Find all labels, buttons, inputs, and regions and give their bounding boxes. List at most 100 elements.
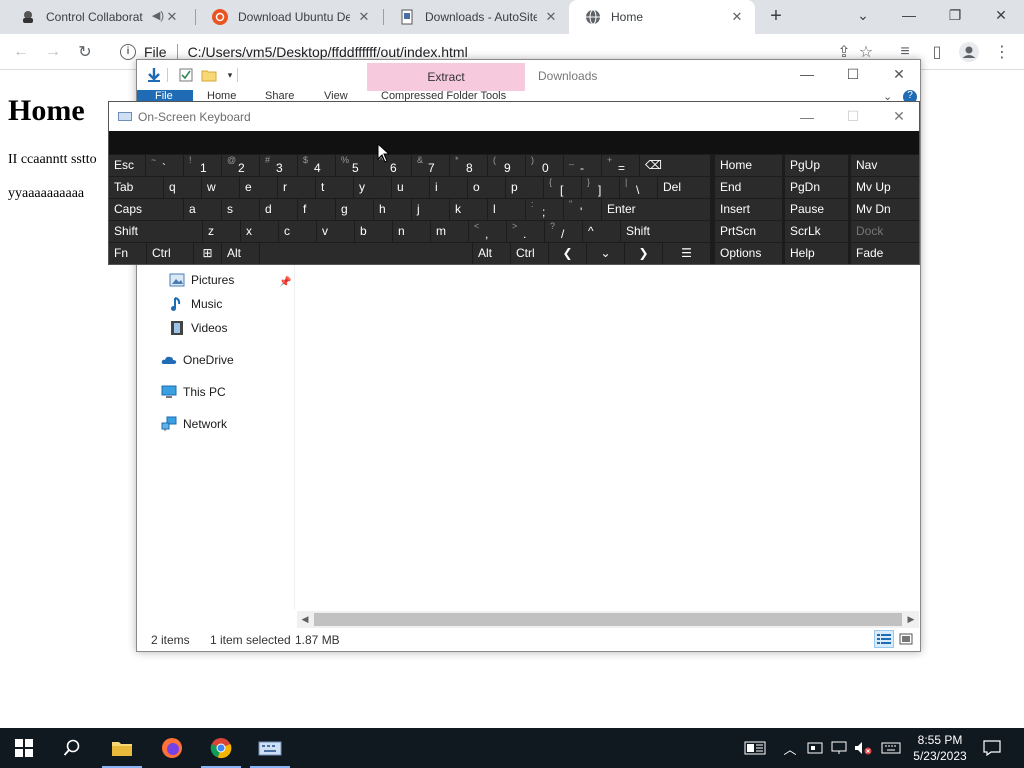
key-d[interactable]: d <box>260 199 297 220</box>
key-b[interactable]: b <box>355 221 392 242</box>
volume-muted-icon[interactable] <box>852 728 874 768</box>
key-caps[interactable]: Caps <box>109 199 183 220</box>
key-l[interactable]: l <box>488 199 525 220</box>
details-view-icon[interactable] <box>874 630 894 648</box>
key-a[interactable]: a <box>184 199 221 220</box>
key-q[interactable]: q <box>164 177 201 198</box>
key-y[interactable]: y <box>354 177 391 198</box>
close-icon[interactable]: ✕ <box>729 9 745 25</box>
key-quote[interactable]: " ' <box>564 199 601 220</box>
key-left-arrow[interactable]: ❮ <box>549 243 586 264</box>
key-menu-icon[interactable]: ☰ <box>663 243 710 264</box>
key-pause[interactable]: Pause <box>785 199 848 220</box>
key-options[interactable]: Options <box>715 243 782 264</box>
key-del[interactable]: Del <box>658 177 710 198</box>
nav-item-onedrive[interactable]: OneDrive <box>161 352 234 368</box>
tray-device-icon[interactable] <box>804 728 826 768</box>
network-tray-icon[interactable] <box>828 728 850 768</box>
key-fn[interactable]: Fn <box>109 243 146 264</box>
key-r[interactable]: r <box>278 177 315 198</box>
forward-button[interactable]: → <box>41 40 65 64</box>
key-p[interactable]: p <box>506 177 543 198</box>
minimize-button[interactable]: — <box>886 0 932 30</box>
key-backslash[interactable]: | \ <box>620 177 657 198</box>
key-4[interactable]: $4 <box>298 155 335 176</box>
key-c[interactable]: c <box>279 221 316 242</box>
large-icons-view-icon[interactable] <box>896 630 916 648</box>
key-fade[interactable]: Fade <box>851 243 919 264</box>
key-k[interactable]: k <box>450 199 487 220</box>
key-insert[interactable]: Insert <box>715 199 782 220</box>
key-ctrl[interactable]: Ctrl <box>147 243 193 264</box>
show-hidden-icons-chevron-icon[interactable]: ︿ <box>780 728 800 768</box>
key-period[interactable]: >. <box>507 221 544 242</box>
key-2[interactable]: @2 <box>222 155 259 176</box>
key-=[interactable]: + = <box>602 155 639 176</box>
key-mv-up[interactable]: Mv Up <box>851 177 919 198</box>
minimize-button[interactable]: — <box>784 60 830 88</box>
key-g[interactable]: g <box>336 199 373 220</box>
start-button[interactable] <box>0 728 48 768</box>
key-down-arrow[interactable]: ⌄ <box>587 243 624 264</box>
key-slash[interactable]: ? / <box>545 221 582 242</box>
restore-button[interactable]: ❐ <box>932 0 978 30</box>
minimize-button[interactable]: — <box>784 102 830 131</box>
properties-icon[interactable] <box>177 66 195 84</box>
key-comma[interactable]: <, <box>469 221 506 242</box>
new-folder-icon[interactable] <box>200 66 218 84</box>
key-`[interactable]: ~ ` <box>146 155 183 176</box>
speaker-icon[interactable]: ◀) <box>152 9 164 22</box>
key-home[interactable]: Home <box>715 155 782 176</box>
key-0[interactable]: ) 0 <box>526 155 563 176</box>
news-widget-icon[interactable] <box>740 728 770 768</box>
chrome-taskbar-icon[interactable] <box>197 728 245 768</box>
close-icon[interactable]: ✕ <box>543 9 559 25</box>
nav-item-this-pc[interactable]: This PC <box>161 384 226 400</box>
key-enter[interactable]: Enter <box>602 199 710 220</box>
key-help[interactable]: Help <box>785 243 848 264</box>
reload-button[interactable]: ↻ <box>73 40 97 64</box>
key-9[interactable]: (9 <box>488 155 525 176</box>
on-screen-keyboard-taskbar-icon[interactable] <box>246 728 294 768</box>
key-n[interactable]: n <box>393 221 430 242</box>
nav-item-pictures[interactable]: Pictures <box>169 272 234 288</box>
key-m[interactable]: m <box>431 221 468 242</box>
touch-keyboard-icon[interactable] <box>878 728 904 768</box>
side-panel-icon[interactable]: ▯ <box>925 40 949 64</box>
search-button[interactable] <box>48 728 96 768</box>
key-end[interactable]: End <box>715 177 782 198</box>
nav-item-videos[interactable]: Videos <box>169 320 227 336</box>
key-f[interactable]: f <box>298 199 335 220</box>
tab-search-icon[interactable]: ⌄ <box>840 0 886 30</box>
key-pgup[interactable]: PgUp <box>785 155 848 176</box>
key-windows-icon[interactable]: ⊞ <box>194 243 221 264</box>
nav-item-network[interactable]: Network <box>161 416 227 432</box>
key-v[interactable]: v <box>317 221 354 242</box>
key-up-arrow[interactable]: ^ <box>583 221 620 242</box>
new-tab-button[interactable]: + <box>764 5 788 29</box>
tab-downloads-autosite[interactable]: Downloads - AutoSite ✕ <box>383 0 569 34</box>
key-t[interactable]: t <box>316 177 353 198</box>
firefox-taskbar-icon[interactable] <box>148 728 196 768</box>
back-button[interactable]: ← <box>9 40 33 64</box>
key-shift[interactable]: Shift <box>109 221 202 242</box>
key-ctrl-right[interactable]: Ctrl <box>511 243 548 264</box>
key-esc[interactable]: Esc <box>109 155 145 176</box>
nav-item-music[interactable]: Music <box>169 296 222 312</box>
key-8[interactable]: * 8 <box>450 155 487 176</box>
info-icon[interactable]: i <box>120 44 136 60</box>
key-o[interactable]: o <box>468 177 505 198</box>
key-tab[interactable]: Tab <box>109 177 163 198</box>
key-right-arrow[interactable]: ❯ <box>625 243 662 264</box>
close-window-button[interactable]: ✕ <box>978 0 1024 30</box>
close-window-button[interactable]: ✕ <box>876 102 922 131</box>
pin-icon[interactable]: 📌 <box>279 277 291 288</box>
tab-download-ubuntu[interactable]: Download Ubuntu Des ✕ <box>196 0 382 34</box>
tab-control-collaboration[interactable]: Control Collaborat ◀) ✕ <box>4 0 190 34</box>
key-space[interactable] <box>260 243 472 264</box>
horizontal-scrollbar[interactable]: ◀ ▶ <box>297 611 919 628</box>
close-icon[interactable]: ✕ <box>356 9 372 25</box>
extract-tab[interactable]: Extract <box>367 63 525 91</box>
key-z[interactable]: z <box>203 221 240 242</box>
key-backspace[interactable]: ⌫ <box>640 155 710 176</box>
